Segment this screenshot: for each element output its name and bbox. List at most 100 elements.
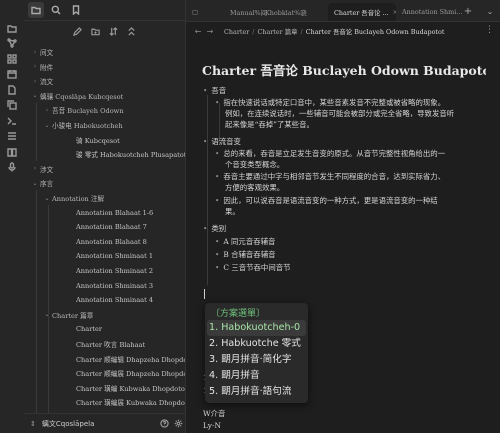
- bullet-text: 指在快速说话或特定口音中，某些音素发音不完整或被省略的现象。: [223, 98, 446, 107]
- help-icon[interactable]: [157, 417, 171, 431]
- search-icon[interactable]: [48, 2, 64, 18]
- explorer-actions: [24, 21, 185, 43]
- bullet-dot: •: [215, 250, 220, 259]
- breadcrumb-current: Charter 吾音论 Buclayeh Odown Budapotot: [305, 27, 445, 36]
- ribbon-spacer: [0, 0, 24, 20]
- tree-label: Annotation Shminaat 1: [76, 252, 154, 261]
- ime-candidate[interactable]: 1. Habokuotcheh-0: [209, 320, 300, 335]
- tree-label: Charter: [76, 325, 103, 334]
- bullet-text-cont: 果。: [225, 207, 240, 216]
- breadcrumb-item[interactable]: Charter: [224, 28, 249, 36]
- folder-icon[interactable]: [28, 2, 44, 18]
- tree-label: Annotation Blahaat 7: [76, 223, 147, 232]
- files-icon[interactable]: [0, 20, 24, 36]
- chevron-right-icon: ›: [33, 63, 37, 71]
- bullet-text-cont: 个音变类型概念。: [225, 160, 285, 169]
- file-icon[interactable]: [0, 82, 24, 98]
- mic-icon[interactable]: [0, 160, 24, 176]
- tree-folder[interactable]: ⌄ 螭骧 Cqoslāpa Kubcqesot: [24, 89, 185, 103]
- tab-list-icon[interactable]: ⌄: [484, 3, 496, 19]
- ime-candidate[interactable]: 5. 朙月拼音·語句流: [209, 384, 291, 399]
- sort-icon[interactable]: [109, 26, 118, 38]
- bullet-text: 吾音: [211, 86, 227, 95]
- collapse-all-icon[interactable]: [127, 26, 136, 38]
- tree-label: Charter 璜编展 Kubwaka Dhopdot...: [76, 399, 185, 408]
- new-tab-icon[interactable]: +: [462, 3, 474, 19]
- tab-annotation[interactable]: Annotation Shmi...: [396, 3, 466, 21]
- tab-khobklat[interactable]: Khobklat%骁: [259, 3, 329, 21]
- new-note-icon[interactable]: [72, 26, 82, 38]
- indent-guide: [48, 205, 49, 322]
- bullet-item: • B 合辅音吞辅音: [215, 249, 275, 260]
- settings-icon[interactable]: [171, 417, 185, 431]
- bullet-text: 吞音主要通过中字与相邻音节发生不同程度的合音，达到实际省力、: [223, 172, 446, 181]
- vault-name: 螭文Cqoslāpela: [41, 419, 95, 428]
- bullet-item: • 语流音变: [203, 136, 241, 147]
- partial-line: Ly-N: [203, 421, 221, 430]
- tree-label: 流文: [40, 78, 54, 87]
- tree-label: Annotation Shminaat 3: [76, 281, 154, 290]
- text-cursor: [204, 289, 205, 299]
- partial-line: W介音: [203, 409, 226, 418]
- vault-switcher[interactable]: ⇕ 螭文Cqoslāpela: [24, 413, 185, 433]
- file-explorer: › 间文 › 附件 › 流文 ⌄ 螭骧 Cqoslāpa Kubcqesot › 吾音 Bucla…: [24, 0, 186, 433]
- back-icon[interactable]: ←: [192, 27, 204, 36]
- indent-guide: [48, 321, 49, 413]
- new-folder-icon[interactable]: [91, 27, 100, 38]
- tree-label: Charter 顺编辑 Dhapzeha Dhopdotot: [76, 355, 185, 364]
- list-icon[interactable]: [0, 129, 24, 145]
- ime-candidate[interactable]: 3. 朙月拼音·简化字: [209, 352, 291, 367]
- bullet-text: A 同元音吞辅音: [223, 237, 276, 246]
- tree-label: 间文: [40, 49, 54, 57]
- bookmark-icon[interactable]: [68, 2, 84, 18]
- bullet-text: 语流音变: [211, 137, 241, 146]
- calendar-icon[interactable]: [0, 67, 24, 83]
- tree-label: 小骏电 Habokuotcheh: [52, 122, 123, 130]
- tree-folder[interactable]: ⌄ 小骏电 Habokuotcheh: [24, 118, 185, 132]
- chevron-right-icon: ›: [33, 48, 37, 56]
- tree-label: 序言: [40, 180, 54, 189]
- chevron-right-icon: ›: [45, 106, 49, 114]
- forward-icon[interactable]: →: [204, 27, 216, 36]
- tab-charter[interactable]: Charter 吾音论 ... ×: [328, 3, 396, 21]
- bullet-item: • C 三音节吞中间音节: [215, 262, 291, 273]
- ime-candidate[interactable]: 4. 朙月拼音: [209, 368, 260, 383]
- tree-folder[interactable]: › 流文: [24, 74, 185, 88]
- graph-icon[interactable]: [0, 36, 24, 52]
- tree-folder[interactable]: › 吾音 Buclayeh Odown: [24, 103, 185, 117]
- tree-folder[interactable]: › 附件: [24, 60, 185, 74]
- tab-label: Annotation Shmi...: [402, 8, 463, 16]
- tree-label: 骏 零式 Habokuotcheh Plusapatot: [76, 151, 185, 160]
- chevron-right-icon: ›: [33, 77, 37, 85]
- chevron-down-icon: ⌄: [44, 121, 50, 129]
- terminal-icon[interactable]: [0, 113, 24, 129]
- tree-folder[interactable]: ⌄ 序言: [24, 176, 185, 190]
- chevron-updown-icon: ⇕: [30, 419, 36, 428]
- note-title: Charter 吾音论 Buclayeh Odown Budapotot: [202, 63, 486, 78]
- bullet-text-cont: 例如，在连续说话时，一些辅音可能会被部分或完全省略，导致发音听: [225, 109, 455, 118]
- bullet-text: C 三音节吞中间音节: [223, 263, 291, 272]
- grid-icon[interactable]: [0, 51, 24, 67]
- book-icon[interactable]: [0, 144, 24, 160]
- bullet-text-cont: 方便的客观效果。: [225, 183, 285, 192]
- panel-toggle-icon[interactable]: ▢: [190, 3, 200, 21]
- bullet-text: B 合辅音吞辅音: [223, 250, 276, 259]
- tree-label: 骑 Kubcqesot: [76, 136, 120, 145]
- tree-file[interactable]: 骏 零式 Habokuotcheh Plusapatot: [24, 147, 185, 161]
- ime-candidate[interactable]: 2. Habkuotche 零式: [209, 336, 301, 351]
- copy-icon[interactable]: [0, 98, 24, 114]
- tree-folder[interactable]: › 涉文: [24, 162, 185, 176]
- sidebar-tab-bar: [24, 0, 185, 21]
- close-icon[interactable]: ×: [389, 8, 396, 16]
- bullet-item: • 类别: [203, 223, 226, 234]
- ime-candidate-popup: 〔方案選單〕 1. Habokuotcheh-0 2. Habkuotche 零…: [205, 303, 308, 403]
- bullet-text-cont: 起来像是“吞掉”了某些音。: [225, 120, 314, 129]
- breadcrumb-sep: /: [300, 27, 303, 36]
- breadcrumb-item[interactable]: Charter 篇章: [257, 28, 297, 36]
- tree-folder[interactable]: ⌄ Annotation 注解: [24, 191, 185, 205]
- more-options-icon[interactable]: ⋮: [485, 25, 494, 35]
- bullet-item: • 因此，可以说吞音是语流音变的一种方式，更是语流音变的一种结: [215, 195, 438, 206]
- tree-file[interactable]: 骑 Kubcqesot: [24, 133, 185, 147]
- tree-folder[interactable]: › 间文: [24, 45, 185, 59]
- bullet-dot: •: [203, 137, 208, 146]
